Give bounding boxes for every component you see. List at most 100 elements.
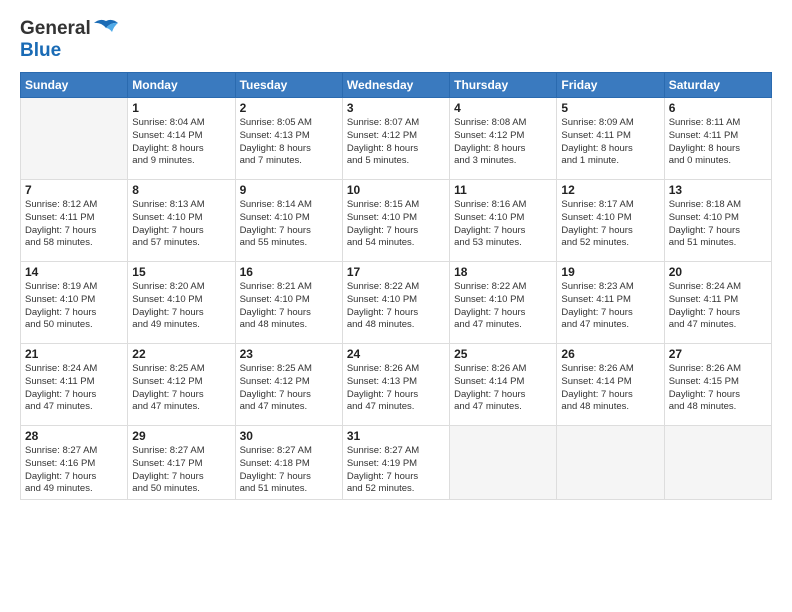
calendar-cell: 7 Sunrise: 8:12 AM Sunset: 4:11 PM Daylig…	[21, 180, 128, 262]
day-info: Sunrise: 8:16 AM Sunset: 4:10 PM Dayligh…	[454, 199, 552, 250]
calendar-week-3: 14 Sunrise: 8:19 AM Sunset: 4:10 PM Dayli…	[21, 262, 772, 344]
day-number: 28	[25, 429, 123, 443]
day-info: Sunrise: 8:27 AM Sunset: 4:18 PM Dayligh…	[240, 445, 338, 496]
day-info: Sunrise: 8:22 AM Sunset: 4:10 PM Dayligh…	[454, 281, 552, 332]
day-info: Sunrise: 8:26 AM Sunset: 4:14 PM Dayligh…	[454, 363, 552, 414]
calendar-cell: 30 Sunrise: 8:27 AM Sunset: 4:18 PM Dayli…	[235, 426, 342, 500]
day-number: 25	[454, 347, 552, 361]
calendar-cell: 25 Sunrise: 8:26 AM Sunset: 4:14 PM Dayli…	[450, 344, 557, 426]
page: General Blue SundayMondayTuesdayWednesda…	[0, 0, 792, 612]
day-info: Sunrise: 8:27 AM Sunset: 4:19 PM Dayligh…	[347, 445, 445, 496]
calendar-cell: 22Sunrise: 8:25 AM Sunset: 4:12 PM Dayli…	[128, 344, 235, 426]
day-info: Sunrise: 8:24 AM Sunset: 4:11 PM Dayligh…	[25, 363, 123, 414]
day-info: Sunrise: 8:05 AM Sunset: 4:13 PM Dayligh…	[240, 117, 338, 168]
logo-blue-text: Blue	[20, 40, 61, 62]
day-info: Sunrise: 8:04 AM Sunset: 4:14 PM Dayligh…	[132, 117, 230, 168]
calendar-cell: 16 Sunrise: 8:21 AM Sunset: 4:10 PM Dayli…	[235, 262, 342, 344]
day-info: Sunrise: 8:27 AM Sunset: 4:17 PM Dayligh…	[132, 445, 230, 496]
calendar-cell: 6Sunrise: 8:11 AM Sunset: 4:11 PM Daylig…	[664, 98, 771, 180]
day-info: Sunrise: 8:27 AM Sunset: 4:16 PM Dayligh…	[25, 445, 123, 496]
day-info: Sunrise: 8:11 AM Sunset: 4:11 PM Dayligh…	[669, 117, 767, 168]
day-info: Sunrise: 8:07 AM Sunset: 4:12 PM Dayligh…	[347, 117, 445, 168]
calendar-week-2: 7 Sunrise: 8:12 AM Sunset: 4:11 PM Daylig…	[21, 180, 772, 262]
day-info: Sunrise: 8:26 AM Sunset: 4:15 PM Dayligh…	[669, 363, 767, 414]
calendar-cell: 13 Sunrise: 8:18 AM Sunset: 4:10 PM Dayli…	[664, 180, 771, 262]
calendar-header-thursday: Thursday	[450, 73, 557, 98]
calendar-cell	[557, 426, 664, 500]
day-number: 18	[454, 265, 552, 279]
calendar-cell: 9 Sunrise: 8:14 AM Sunset: 4:10 PM Daylig…	[235, 180, 342, 262]
calendar-cell	[664, 426, 771, 500]
calendar-header-sunday: Sunday	[21, 73, 128, 98]
day-info: Sunrise: 8:24 AM Sunset: 4:11 PM Dayligh…	[669, 281, 767, 332]
calendar-header-tuesday: Tuesday	[235, 73, 342, 98]
day-number: 19	[561, 265, 659, 279]
calendar: SundayMondayTuesdayWednesdayThursdayFrid…	[20, 72, 772, 500]
day-number: 3	[347, 101, 445, 115]
day-number: 30	[240, 429, 338, 443]
day-number: 12	[561, 183, 659, 197]
day-number: 24	[347, 347, 445, 361]
calendar-week-5: 28 Sunrise: 8:27 AM Sunset: 4:16 PM Dayli…	[21, 426, 772, 500]
day-info: Sunrise: 8:22 AM Sunset: 4:10 PM Dayligh…	[347, 281, 445, 332]
calendar-cell: 26Sunrise: 8:26 AM Sunset: 4:14 PM Dayli…	[557, 344, 664, 426]
day-number: 15	[132, 265, 230, 279]
day-number: 7	[25, 183, 123, 197]
calendar-cell: 27 Sunrise: 8:26 AM Sunset: 4:15 PM Dayli…	[664, 344, 771, 426]
calendar-cell: 18 Sunrise: 8:22 AM Sunset: 4:10 PM Dayli…	[450, 262, 557, 344]
calendar-cell: 19 Sunrise: 8:23 AM Sunset: 4:11 PM Dayli…	[557, 262, 664, 344]
logo-wordmark: General	[20, 18, 121, 40]
day-info: Sunrise: 8:18 AM Sunset: 4:10 PM Dayligh…	[669, 199, 767, 250]
day-number: 20	[669, 265, 767, 279]
day-info: Sunrise: 8:14 AM Sunset: 4:10 PM Dayligh…	[240, 199, 338, 250]
day-info: Sunrise: 8:12 AM Sunset: 4:11 PM Dayligh…	[25, 199, 123, 250]
calendar-cell: 12 Sunrise: 8:17 AM Sunset: 4:10 PM Dayli…	[557, 180, 664, 262]
logo-bird-icon	[92, 18, 120, 40]
calendar-week-4: 21 Sunrise: 8:24 AM Sunset: 4:11 PM Dayli…	[21, 344, 772, 426]
calendar-cell: 21 Sunrise: 8:24 AM Sunset: 4:11 PM Dayli…	[21, 344, 128, 426]
calendar-cell: 11 Sunrise: 8:16 AM Sunset: 4:10 PM Dayli…	[450, 180, 557, 262]
day-number: 21	[25, 347, 123, 361]
day-number: 10	[347, 183, 445, 197]
calendar-cell: 24Sunrise: 8:26 AM Sunset: 4:13 PM Dayli…	[342, 344, 449, 426]
day-info: Sunrise: 8:15 AM Sunset: 4:10 PM Dayligh…	[347, 199, 445, 250]
day-number: 9	[240, 183, 338, 197]
day-number: 11	[454, 183, 552, 197]
day-number: 8	[132, 183, 230, 197]
day-number: 13	[669, 183, 767, 197]
calendar-cell: 15 Sunrise: 8:20 AM Sunset: 4:10 PM Dayli…	[128, 262, 235, 344]
calendar-cell: 17 Sunrise: 8:22 AM Sunset: 4:10 PM Dayli…	[342, 262, 449, 344]
day-info: Sunrise: 8:17 AM Sunset: 4:10 PM Dayligh…	[561, 199, 659, 250]
calendar-header-row: SundayMondayTuesdayWednesdayThursdayFrid…	[21, 73, 772, 98]
day-info: Sunrise: 8:25 AM Sunset: 4:12 PM Dayligh…	[240, 363, 338, 414]
calendar-cell: 4Sunrise: 8:08 AM Sunset: 4:12 PM Daylig…	[450, 98, 557, 180]
calendar-cell: 2Sunrise: 8:05 AM Sunset: 4:13 PM Daylig…	[235, 98, 342, 180]
header: General Blue	[20, 18, 772, 62]
day-number: 22	[132, 347, 230, 361]
day-info: Sunrise: 8:08 AM Sunset: 4:12 PM Dayligh…	[454, 117, 552, 168]
day-number: 17	[347, 265, 445, 279]
calendar-cell: 31Sunrise: 8:27 AM Sunset: 4:19 PM Dayli…	[342, 426, 449, 500]
day-info: Sunrise: 8:26 AM Sunset: 4:14 PM Dayligh…	[561, 363, 659, 414]
calendar-cell: 3 Sunrise: 8:07 AM Sunset: 4:12 PM Daylig…	[342, 98, 449, 180]
day-number: 23	[240, 347, 338, 361]
calendar-header-wednesday: Wednesday	[342, 73, 449, 98]
calendar-cell: 1Sunrise: 8:04 AM Sunset: 4:14 PM Daylig…	[128, 98, 235, 180]
calendar-header-friday: Friday	[557, 73, 664, 98]
day-info: Sunrise: 8:23 AM Sunset: 4:11 PM Dayligh…	[561, 281, 659, 332]
day-info: Sunrise: 8:21 AM Sunset: 4:10 PM Dayligh…	[240, 281, 338, 332]
day-number: 27	[669, 347, 767, 361]
calendar-cell: 8Sunrise: 8:13 AM Sunset: 4:10 PM Daylig…	[128, 180, 235, 262]
calendar-cell: 23 Sunrise: 8:25 AM Sunset: 4:12 PM Dayli…	[235, 344, 342, 426]
calendar-header-monday: Monday	[128, 73, 235, 98]
day-number: 29	[132, 429, 230, 443]
calendar-cell	[450, 426, 557, 500]
logo: General Blue	[20, 18, 121, 62]
day-number: 14	[25, 265, 123, 279]
day-number: 16	[240, 265, 338, 279]
calendar-cell: 5Sunrise: 8:09 AM Sunset: 4:11 PM Daylig…	[557, 98, 664, 180]
calendar-week-1: 1Sunrise: 8:04 AM Sunset: 4:14 PM Daylig…	[21, 98, 772, 180]
day-info: Sunrise: 8:19 AM Sunset: 4:10 PM Dayligh…	[25, 281, 123, 332]
calendar-cell: 20 Sunrise: 8:24 AM Sunset: 4:11 PM Dayli…	[664, 262, 771, 344]
day-info: Sunrise: 8:20 AM Sunset: 4:10 PM Dayligh…	[132, 281, 230, 332]
